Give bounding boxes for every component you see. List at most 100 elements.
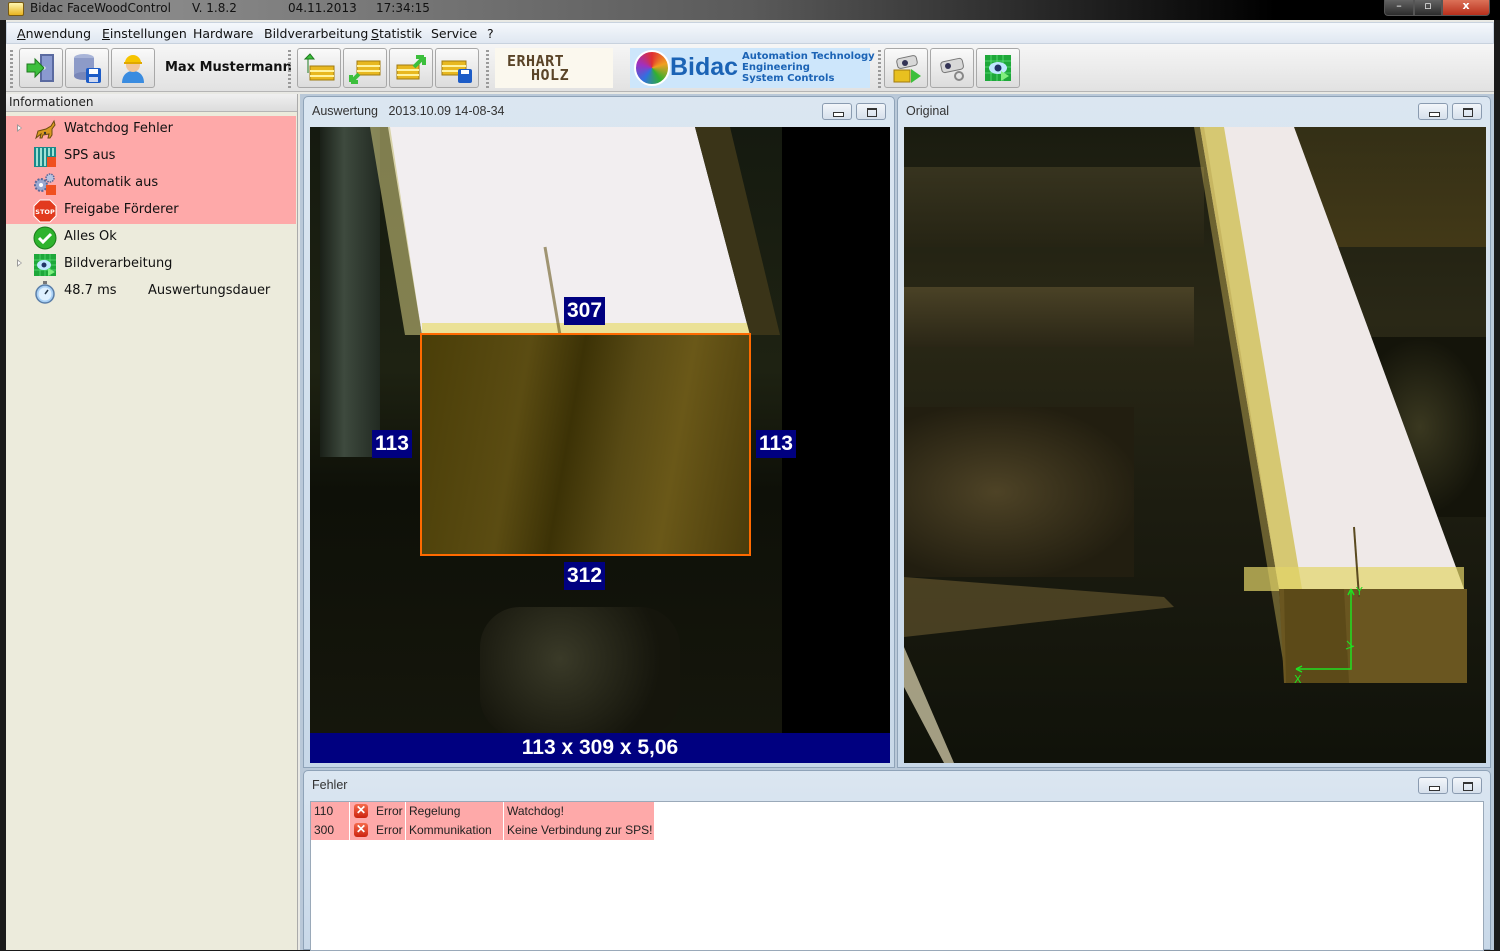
info-item-label: Bildverarbeitung: [64, 256, 173, 271]
coordinate-axes-marker: Y X: [1294, 585, 1363, 686]
expand-arrow-icon[interactable]: [17, 124, 22, 132]
import-icon: [303, 53, 335, 81]
info-item-automatik[interactable]: Automatik aus: [6, 170, 296, 197]
error-row[interactable]: 110 ✕ Error Regelung Watchdog!: [311, 802, 654, 821]
error-category: Regelung: [409, 804, 461, 818]
title-bar: Bidac FaceWoodControl V. 1.8.2 04.11.201…: [0, 0, 1500, 20]
app-icon: [8, 2, 24, 16]
image-processing-button[interactable]: [976, 48, 1020, 88]
original-image[interactable]: Y X: [904, 127, 1486, 763]
error-list[interactable]: 110 ✕ Error Regelung Watchdog! 300 ✕ Err…: [310, 801, 1484, 951]
measure-bottom-label: 312: [564, 562, 606, 590]
vendor-logo: Bidac Automation Technology Engineering …: [630, 48, 875, 88]
app-window: Bidac FaceWoodControl V. 1.8.2 04.11.201…: [0, 0, 1500, 951]
minimize-button[interactable]: [1418, 777, 1448, 794]
column-divider: [349, 821, 350, 840]
import-button[interactable]: [297, 48, 341, 88]
export-button[interactable]: [389, 48, 433, 88]
error-row[interactable]: 300 ✕ Error Kommunikation Keine Verbindu…: [311, 821, 654, 840]
original-window: Original Y X: [897, 96, 1491, 768]
expand-arrow-icon[interactable]: [17, 259, 22, 267]
info-panel-header: Informationen: [6, 94, 297, 112]
toolbar-grip[interactable]: [288, 50, 291, 88]
main-frame: Anwendung Einstellungen Hardware Bildver…: [6, 20, 1494, 951]
toolbar-grip[interactable]: [878, 50, 881, 88]
info-item-alles-ok[interactable]: Alles Ok: [6, 224, 296, 251]
error-category: Kommunikation: [409, 823, 492, 837]
measurement-roi[interactable]: [420, 333, 751, 556]
user-icon: [122, 55, 144, 83]
menu-label: nwendung: [25, 26, 92, 41]
info-item-label: SPS aus: [64, 148, 116, 163]
image-processing-icon: [985, 55, 1011, 81]
axis-origin-mark: [1345, 640, 1355, 650]
menu-bildverarbeitung[interactable]: Bildverarbeitung: [264, 26, 368, 41]
export-icon: [396, 55, 426, 80]
database-save-button[interactable]: [65, 48, 109, 88]
save-list-button[interactable]: [435, 48, 479, 88]
info-item-watchdog[interactable]: Watchdog Fehler: [6, 116, 296, 143]
user-button[interactable]: [111, 48, 155, 88]
menu-label: tatistik: [378, 26, 422, 41]
window-maximize-button[interactable]: ▫: [1414, 0, 1442, 16]
fehler-title: Fehler: [312, 778, 348, 792]
toolbar-grip[interactable]: [486, 50, 489, 88]
info-item-label: Auswertungsdauer: [148, 283, 271, 298]
toolbar-grip[interactable]: [10, 50, 13, 88]
window-close-button[interactable]: x: [1442, 0, 1490, 16]
info-item-sps[interactable]: SPS aus: [6, 143, 296, 170]
logout-button[interactable]: [19, 48, 63, 88]
plc-icon: [34, 147, 56, 167]
error-code: 110: [314, 804, 334, 818]
axis-label-y: Y: [1355, 585, 1363, 598]
column-divider: [503, 821, 504, 840]
vendor-brand: Bidac: [670, 53, 739, 81]
maximize-button[interactable]: [1452, 103, 1482, 120]
error-icon: ✕: [354, 803, 368, 818]
measure-top-label: 307: [564, 297, 606, 325]
app-version: V. 1.8.2: [192, 1, 237, 15]
menu-einstellungen[interactable]: Einstellungen: [102, 26, 187, 41]
stopwatch-icon: [35, 281, 55, 304]
evaluation-image[interactable]: 307 312 113 113: [310, 127, 890, 733]
window-title: Auswertung: [312, 104, 379, 118]
transfer-button[interactable]: [343, 48, 387, 88]
fehler-window: Fehler 110 ✕ Error Regelung Watchdog! 30…: [303, 770, 1491, 951]
info-item-label: Watchdog Fehler: [64, 121, 174, 136]
current-date: 04.11.2013: [288, 1, 357, 15]
vendor-tagline-line: Engineering: [742, 62, 810, 73]
info-panel: Informationen Watchdog Fehler SPS aus Au…: [6, 94, 298, 950]
menu-hardware[interactable]: Hardware: [193, 26, 253, 41]
menu-help[interactable]: ?: [487, 26, 494, 41]
error-message: Keine Verbindung zur SPS!: [507, 823, 653, 837]
column-divider: [349, 802, 350, 821]
info-item-value: 48.7 ms: [64, 283, 117, 298]
menu-mnemonic: E: [102, 26, 110, 41]
customer-logo: ERHART HOLZ: [495, 48, 613, 88]
error-type: Error: [376, 823, 403, 837]
minimize-button[interactable]: [1418, 103, 1448, 120]
camera-play-icon: [893, 55, 921, 83]
window-minimize-button[interactable]: –: [1384, 0, 1414, 16]
bidac-logo-icon: [634, 50, 670, 86]
axis-lines: [1296, 589, 1352, 670]
info-item-auswertungsdauer[interactable]: 48.7 ms Auswertungsdauer: [6, 278, 296, 305]
menu-label: instellungen: [109, 26, 187, 41]
maximize-button[interactable]: [1452, 777, 1482, 794]
camera-settings-button[interactable]: [930, 48, 974, 88]
menu-anwendung[interactable]: Anwendung: [17, 26, 91, 41]
measure-left-label: 113: [372, 430, 412, 458]
save-list-icon: [441, 60, 472, 83]
transfer-icon: [349, 60, 381, 84]
menu-mnemonic: S: [371, 26, 379, 41]
menu-service[interactable]: Service: [431, 26, 477, 41]
camera-play-button[interactable]: [884, 48, 928, 88]
maximize-button[interactable]: [856, 103, 886, 120]
info-item-freigabe[interactable]: STOP Freigabe Förderer: [6, 197, 296, 224]
svg-text:STOP: STOP: [35, 208, 55, 216]
menu-statistik[interactable]: Statistik: [371, 26, 422, 41]
minimize-button[interactable]: [822, 103, 852, 120]
info-item-label: Alles Ok: [64, 229, 117, 244]
info-item-bildverarbeitung[interactable]: Bildverarbeitung: [6, 251, 296, 278]
vendor-tagline-line: Automation Technology: [742, 51, 875, 62]
